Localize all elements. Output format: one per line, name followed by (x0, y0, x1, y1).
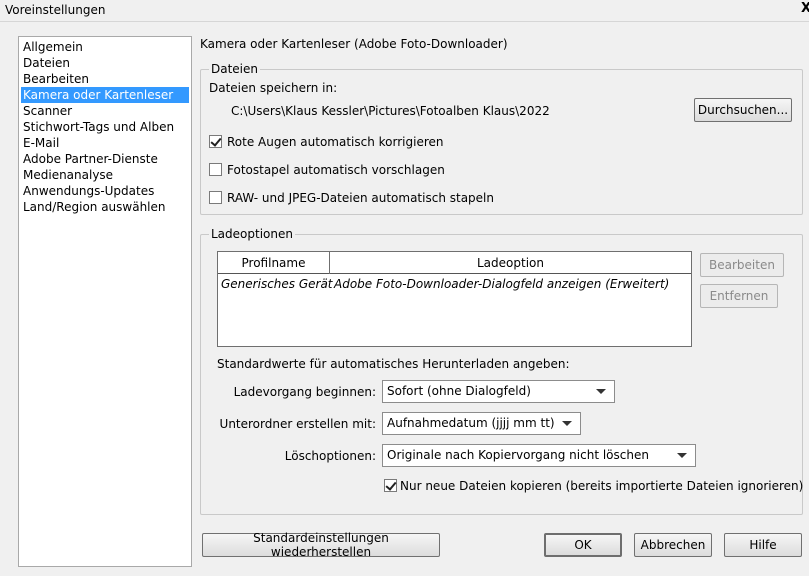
sidebar-item-kamera[interactable]: Kamera oder Kartenleser (21, 87, 189, 103)
cancel-button[interactable]: Abbrechen (634, 533, 712, 557)
sidebar-item-dateien[interactable]: Dateien (21, 55, 189, 71)
sidebar-item-anwendungs-updates[interactable]: Anwendungs-Updates (21, 183, 189, 199)
photostack-checkbox[interactable] (209, 163, 222, 176)
sidebar-item-partner-dienste[interactable]: Adobe Partner-Dienste (21, 151, 189, 167)
auto-download-defaults-label: Standardwerte für automatisches Herunter… (217, 357, 570, 371)
chevron-down-icon (596, 389, 606, 394)
begin-download-label: Ladevorgang beginnen: (233, 385, 376, 399)
window-titlebar: Voreinstellungen X (0, 0, 809, 22)
edit-profile-button[interactable]: Bearbeiten (700, 253, 784, 277)
photostack-label: Fotostapel automatisch vorschlagen (227, 163, 445, 177)
column-header-profilname[interactable]: Profilname (218, 252, 330, 274)
sidebar-item-scanner[interactable]: Scanner (21, 103, 189, 119)
column-header-ladeoption[interactable]: Ladeoption (330, 252, 691, 274)
delete-options-value: Originale nach Kopiervorgang nicht lösch… (387, 448, 649, 462)
begin-download-value: Sofort (ohne Dialogfeld) (387, 384, 531, 398)
delete-options-label: Löschoptionen: (284, 449, 376, 463)
close-icon[interactable]: X (801, 1, 809, 16)
raw-jpeg-stack-checkbox[interactable] (209, 191, 222, 204)
redeye-checkbox[interactable] (209, 135, 222, 148)
sidebar: Allgemein Dateien Bearbeiten Kamera oder… (18, 36, 192, 567)
subfolder-label: Unterordner erstellen mit: (219, 417, 376, 431)
redeye-label: Rote Augen automatisch korrigieren (227, 135, 444, 149)
begin-download-select[interactable]: Sofort (ohne Dialogfeld) (382, 380, 615, 403)
window-title: Voreinstellungen (5, 3, 106, 17)
restore-defaults-button[interactable]: Standardeinstellungen wiederherstellen (202, 531, 440, 559)
sidebar-item-stichwort-tags[interactable]: Stichwort-Tags und Alben (21, 119, 189, 135)
sidebar-item-medienanalyse[interactable]: Medienanalyse (21, 167, 189, 183)
sidebar-item-bearbeiten[interactable]: Bearbeiten (21, 71, 189, 87)
sidebar-item-email[interactable]: E-Mail (21, 135, 189, 151)
ok-button[interactable]: OK (544, 533, 622, 557)
profile-table: Profilname Ladeoption Generisches Gerät … (217, 251, 692, 347)
browse-button[interactable]: Durchsuchen... (694, 98, 792, 122)
chevron-down-icon (562, 421, 572, 426)
table-cell-option: Adobe Foto-Downloader-Dialogfeld anzeige… (334, 277, 670, 291)
copy-new-only-label: Nur neue Dateien kopieren (bereits impor… (400, 479, 804, 493)
delete-options-select[interactable]: Originale nach Kopiervorgang nicht lösch… (382, 444, 696, 467)
help-button[interactable]: Hilfe (724, 533, 802, 557)
subfolder-value: Aufnahmedatum (jjjj mm tt) (387, 416, 555, 430)
sidebar-item-allgemein[interactable]: Allgemein (21, 39, 189, 55)
chevron-down-icon (677, 453, 687, 458)
save-location-path: C:\Users\Klaus Kessler\Pictures\Fotoalbe… (231, 104, 550, 118)
page-title: Kamera oder Kartenleser (Adobe Foto-Down… (200, 37, 508, 51)
load-options-legend: Ladeoptionen (209, 227, 295, 241)
copy-new-only-checkbox[interactable] (384, 479, 397, 492)
subfolder-select[interactable]: Aufnahmedatum (jjjj mm tt) (382, 412, 581, 435)
raw-jpeg-stack-label: RAW- und JPEG-Dateien automatisch stapel… (227, 191, 494, 205)
table-header: Profilname Ladeoption (218, 252, 691, 274)
sidebar-item-land-region[interactable]: Land/Region auswählen (21, 199, 189, 215)
files-group-legend: Dateien (209, 62, 261, 76)
remove-profile-button[interactable]: Entfernen (700, 284, 778, 308)
save-location-label: Dateien speichern in: (209, 81, 338, 95)
table-cell-profile: Generisches Gerät (221, 277, 333, 291)
table-row[interactable]: Generisches Gerät Adobe Foto-Downloader-… (218, 275, 691, 293)
